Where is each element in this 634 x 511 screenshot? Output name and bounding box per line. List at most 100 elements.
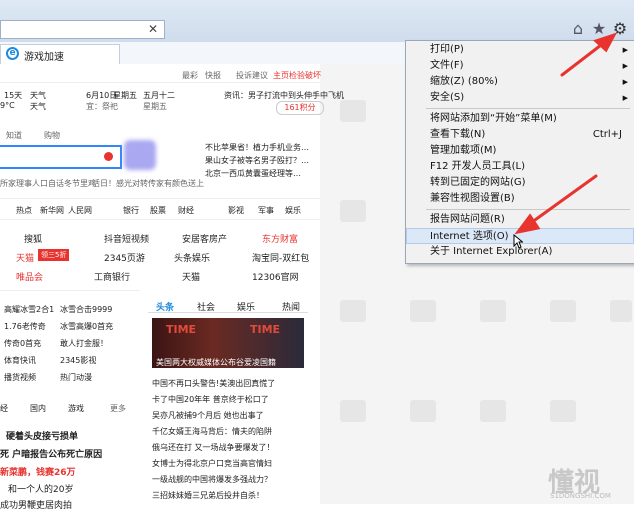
search-tip[interactable]: 活日！感光对转传家有颜色送上 bbox=[92, 178, 204, 189]
menu-item-safety[interactable]: 安全(S) ▶ bbox=[406, 90, 634, 106]
star-icon[interactable]: ★ bbox=[590, 20, 608, 38]
left-tab[interactable]: 国内 bbox=[30, 403, 46, 414]
site-link[interactable]: 天猫 bbox=[16, 251, 34, 264]
left-news-item[interactable]: 和一个人的20岁 bbox=[8, 482, 73, 495]
news-item[interactable]: 一级战舰的中国将爆发多强战力？ bbox=[152, 474, 272, 485]
list-item[interactable]: 2345影视 bbox=[60, 355, 96, 366]
score-badge[interactable]: 161积分 bbox=[276, 101, 324, 115]
header-link[interactable]: 主页检验破坏 bbox=[273, 70, 321, 81]
address-bar[interactable] bbox=[0, 20, 165, 39]
nav-item[interactable]: 财经 bbox=[178, 205, 194, 216]
list-item[interactable]: 高耀冰雪2合1 bbox=[4, 304, 54, 315]
more-link[interactable]: 更多 bbox=[110, 403, 126, 414]
list-item[interactable]: 冰雪合击9999 bbox=[60, 304, 112, 315]
promo-badge[interactable]: 领三5折 bbox=[38, 249, 70, 261]
header-link[interactable]: 最彩 bbox=[182, 70, 198, 81]
watermark-badge bbox=[340, 100, 366, 122]
weather-days[interactable]: 15天 bbox=[4, 90, 22, 101]
news-item[interactable]: 俄乌还在打 又一场战争要爆发了！ bbox=[152, 442, 275, 453]
list-item[interactable]: 播货视频 bbox=[4, 372, 36, 383]
menu-item-print[interactable]: 打印(P) ▶ bbox=[406, 42, 634, 58]
weekday: 星期五 bbox=[113, 91, 137, 100]
tab-headlines[interactable]: 头条 bbox=[156, 300, 174, 313]
right-news-item[interactable]: 北京一西瓜黄囊蛋经理等… bbox=[205, 168, 301, 179]
tab-society[interactable]: 社会 bbox=[197, 300, 215, 313]
watermark-badge bbox=[550, 400, 576, 422]
left-news-item[interactable]: 成功男鞭吏居肉拍 bbox=[0, 498, 72, 511]
news-item[interactable]: 卡了中国20年年 普京终于松口了 bbox=[152, 394, 269, 405]
menu-item-manage-addons[interactable]: 管理加载项(M) bbox=[406, 143, 634, 159]
gear-icon[interactable]: ⚙ bbox=[611, 20, 629, 38]
left-tab[interactable]: 经 bbox=[0, 403, 8, 414]
site-link[interactable]: 天猫 bbox=[182, 270, 200, 283]
watermark-badge bbox=[480, 400, 506, 422]
chevron-right-icon: ▶ bbox=[622, 94, 628, 102]
menu-item-pinned-sites[interactable]: 转到已固定的网站(G) bbox=[406, 175, 634, 191]
radio-zhidao[interactable]: 知道 bbox=[6, 130, 22, 141]
home-icon[interactable]: ⌂ bbox=[569, 20, 587, 38]
site-link[interactable]: 头条娱乐 bbox=[174, 251, 210, 264]
site-link[interactable]: 淘宝同-双红包 bbox=[252, 251, 309, 264]
menu-item-f12-devtools[interactable]: F12 开发人员工具(L) bbox=[406, 159, 634, 175]
list-item[interactable]: 敢人打金服！ bbox=[60, 338, 108, 349]
site-link[interactable]: 安居客房产 bbox=[182, 232, 227, 245]
top-news[interactable]: 资讯：男子打流中到头伸手中飞机 bbox=[224, 90, 344, 101]
tab-hot[interactable]: 热闻 bbox=[282, 300, 300, 313]
tab-entertainment[interactable]: 娱乐 bbox=[237, 300, 255, 313]
lunar-weekday: 星期五 bbox=[143, 102, 167, 111]
news-item[interactable]: 中国不再口头警告!美澳出回真慌了 bbox=[152, 378, 275, 389]
search-engine-icon[interactable] bbox=[104, 152, 113, 161]
list-item[interactable]: 体育快讯 bbox=[4, 355, 36, 366]
site-link[interactable]: 抖音短视频 bbox=[104, 232, 149, 245]
news-image-caption[interactable]: 美国两大权威媒体公布谷爱凌国籍 bbox=[156, 357, 276, 368]
search-button[interactable] bbox=[124, 140, 156, 170]
close-icon[interactable]: ✕ bbox=[148, 22, 158, 36]
list-item[interactable]: 传奇0首充 bbox=[4, 338, 41, 349]
list-item[interactable]: 1.76老传奇 bbox=[4, 321, 46, 332]
search-tip[interactable]: 所家理事人口自话冬节里鸡 bbox=[0, 178, 96, 189]
watermark-badge bbox=[340, 300, 366, 322]
header-link[interactable]: 快报 bbox=[205, 70, 221, 81]
left-news-item[interactable]: 新菜鹏，钱赛26万 bbox=[0, 465, 76, 478]
weather-label: 天气 bbox=[30, 102, 46, 111]
ie-icon: e bbox=[6, 47, 19, 60]
nav-item[interactable]: 军事 bbox=[258, 205, 274, 216]
left-news-item[interactable]: 硬着头皮接亏损单 bbox=[6, 429, 78, 442]
menu-item-report-problems[interactable]: 报告网站问题(R) bbox=[406, 212, 634, 228]
nav-item[interactable]: 人民网 bbox=[68, 205, 92, 216]
news-item[interactable]: 千亿女婿王海马背后：情夫的陷阱 bbox=[152, 426, 272, 437]
menu-item-file[interactable]: 文件(F) ▶ bbox=[406, 58, 634, 74]
image-tag: TIME bbox=[250, 323, 281, 336]
mouse-cursor-icon bbox=[513, 234, 523, 249]
news-item[interactable]: 女博士为得北京户口竞当高官情妇 bbox=[152, 458, 272, 469]
nav-item[interactable]: 股票 bbox=[150, 205, 166, 216]
weather-label[interactable]: 天气 bbox=[30, 90, 46, 101]
site-link[interactable]: 东方财富 bbox=[262, 232, 298, 245]
menu-item-compat-view[interactable]: 兼容性视图设置(B) bbox=[406, 191, 634, 207]
site-link[interactable]: 2345页游 bbox=[104, 251, 145, 264]
header-link[interactable]: 投诉建议 bbox=[236, 70, 268, 81]
radio-gouwu[interactable]: 购物 bbox=[44, 130, 60, 141]
menu-separator bbox=[426, 108, 630, 109]
right-news-item[interactable]: 不比苹果省！植力手机业务… bbox=[205, 142, 309, 153]
image-tag: TIME bbox=[166, 323, 197, 336]
menu-item-add-to-start[interactable]: 将网站添加到“开始”菜单(M) bbox=[406, 111, 634, 127]
left-news-item[interactable]: 死 户暗报告公布死亡原因 bbox=[0, 447, 102, 460]
site-link[interactable]: 12306官网 bbox=[252, 270, 299, 283]
list-item[interactable]: 冰雪高爆0首充 bbox=[60, 321, 113, 332]
menu-item-view-downloads[interactable]: 查看下载(N) Ctrl+J bbox=[406, 127, 634, 143]
site-link[interactable]: 工商银行 bbox=[94, 270, 130, 283]
left-tab[interactable]: 游戏 bbox=[68, 403, 84, 414]
nav-item[interactable]: 银行 bbox=[123, 205, 139, 216]
menu-item-zoom[interactable]: 缩放(Z) (80%) ▶ bbox=[406, 74, 634, 90]
nav-item[interactable]: 娱乐 bbox=[285, 205, 301, 216]
nav-item[interactable]: 影视 bbox=[228, 205, 244, 216]
site-link[interactable]: 搜狐 bbox=[24, 232, 42, 245]
site-link[interactable]: 唯品会 bbox=[16, 270, 43, 283]
nav-item[interactable]: 新华网 bbox=[40, 205, 64, 216]
nav-item[interactable]: 热点 bbox=[16, 205, 32, 216]
right-news-item[interactable]: 果山女子被等名男子殴打？… bbox=[205, 155, 309, 166]
news-item[interactable]: 三招妹妹婚三兄弟后投井自杀！ bbox=[152, 490, 264, 501]
news-item[interactable]: 吴亦凡被捕9个月后 她也出事了 bbox=[152, 410, 264, 421]
list-item[interactable]: 热门动漫 bbox=[60, 372, 92, 383]
